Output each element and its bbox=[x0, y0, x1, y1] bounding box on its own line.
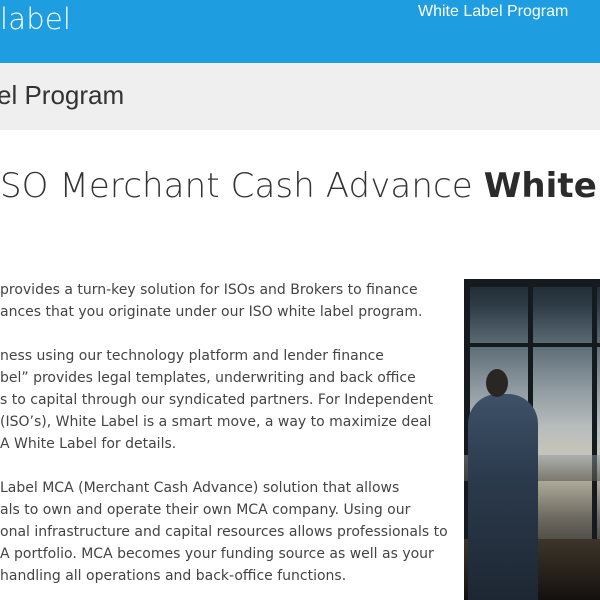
main-heading-bold: White bbox=[483, 166, 597, 206]
paragraph-line: A portfolio. MCA becomes your funding so… bbox=[0, 546, 434, 562]
paragraph-line: handling all operations and back-office … bbox=[0, 568, 347, 584]
paragraph-line: ness using our technology platform and l… bbox=[0, 348, 384, 364]
page: label White Label Program el Program SO … bbox=[0, 0, 600, 600]
page-title: el Program bbox=[0, 80, 125, 110]
paragraph-line: onal infrastructure and capital resource… bbox=[0, 524, 448, 540]
paragraph-line: (ISO’s), White Label is a smart move, a … bbox=[0, 414, 432, 430]
paragraph: Label MCA (Merchant Cash Advance) soluti… bbox=[0, 477, 448, 587]
businessman-photo bbox=[464, 279, 600, 600]
main-heading-light: SO Merchant Cash Advance bbox=[0, 166, 484, 206]
main-heading: SO Merchant Cash Advance White bbox=[0, 166, 597, 206]
paragraph-line: als to own and operate their own MCA com… bbox=[0, 502, 411, 518]
paragraph-line: s to capital through our syndicated part… bbox=[0, 392, 433, 408]
article-body: provides a turn-key solution for ISOs an… bbox=[0, 279, 448, 600]
nav-link-white-label-program[interactable]: White Label Program bbox=[418, 3, 568, 21]
paragraph-line: ances that you originate under our ISO w… bbox=[0, 304, 423, 320]
paragraph-line: provides a turn-key solution for ISOs an… bbox=[0, 282, 418, 298]
paragraph-line: A White Label for details. bbox=[0, 436, 177, 452]
paragraph-line: bel” provides legal templates, underwrit… bbox=[0, 370, 416, 386]
page-title-bar: el Program bbox=[0, 63, 600, 130]
paragraph: ness using our technology platform and l… bbox=[0, 345, 440, 455]
paragraph: provides a turn-key solution for ISOs an… bbox=[0, 279, 440, 323]
site-header: label White Label Program bbox=[0, 0, 600, 63]
site-logo[interactable]: label bbox=[0, 2, 71, 36]
paragraph-line: Label MCA (Merchant Cash Advance) soluti… bbox=[0, 480, 400, 496]
